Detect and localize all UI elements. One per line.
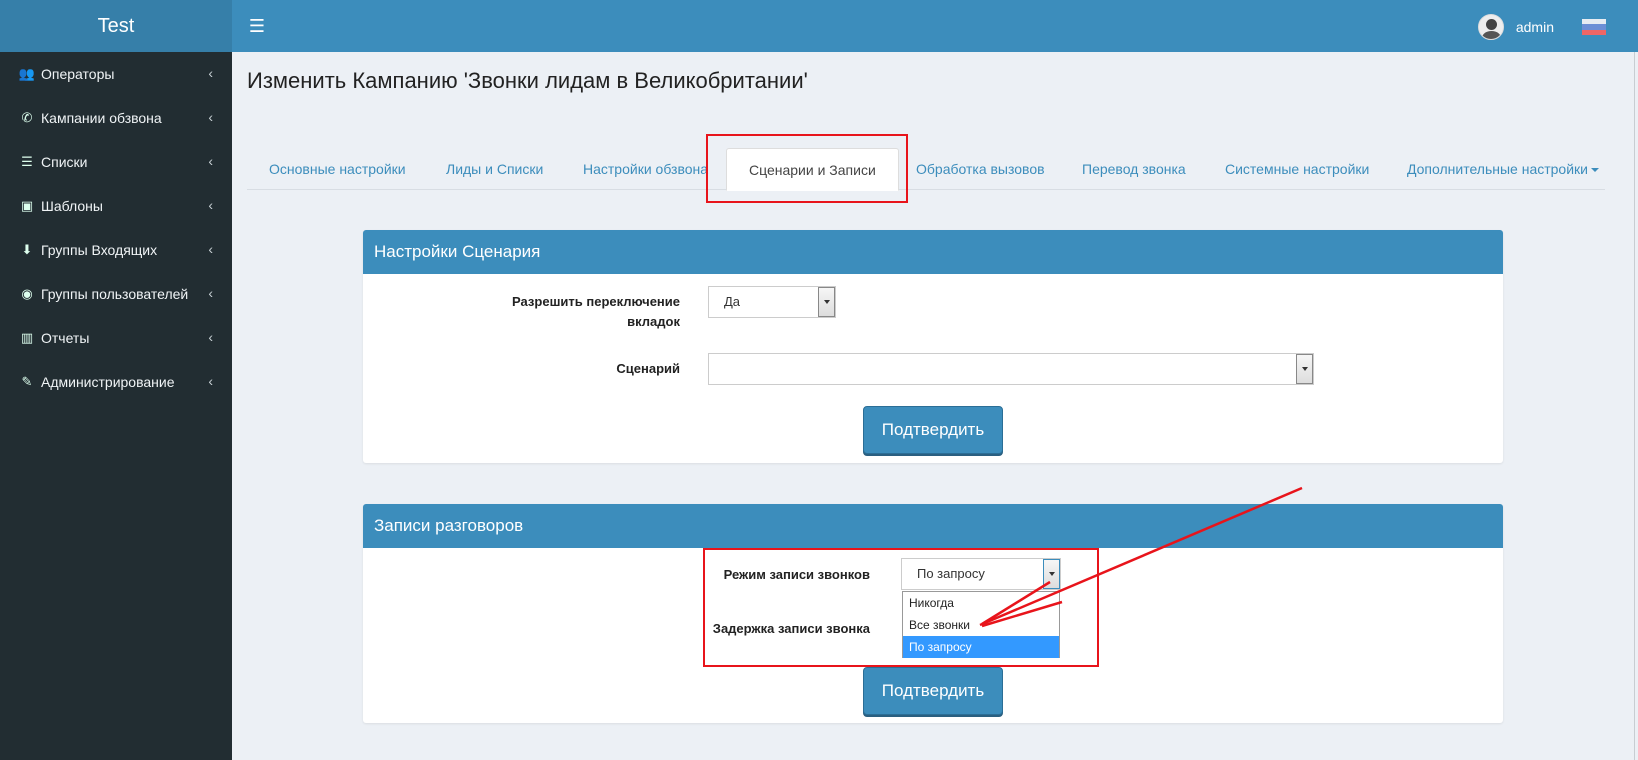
user-menu[interactable]: admin: [1477, 14, 1554, 40]
panel-title: Записи разговоров: [363, 504, 1503, 548]
tab-dialing-settings[interactable]: Настройки обзвона: [561, 148, 730, 190]
user-name: admin: [1515, 19, 1554, 35]
arrow-down-icon: ⬇: [21, 242, 33, 257]
sidebar-item-label: Шаблоны: [41, 198, 103, 214]
allow-tab-switch-label: Разрешить переключение вкладок: [480, 292, 680, 332]
recording-delay-label: Задержка записи звонка: [712, 621, 870, 636]
bar-chart-icon: ▥: [20, 330, 34, 345]
dropdown-arrow-icon[interactable]: [1043, 559, 1060, 589]
sidebar-item-label: Отчеты: [41, 330, 90, 346]
page-title: Изменить Кампанию 'Звонки лидам в Велико…: [247, 68, 808, 93]
language-flag-icon[interactable]: [1582, 19, 1606, 35]
sidebar-item-lists[interactable]: ☰ Списки ‹: [0, 140, 232, 184]
sidebar-item-label: Группы пользователей: [41, 286, 189, 302]
wrench-icon: ✎: [21, 374, 33, 389]
option-all-calls[interactable]: Все звонки: [903, 614, 1059, 636]
chevron-left-icon: ‹: [208, 197, 213, 213]
tab-call-transfer[interactable]: Перевод звонка: [1060, 148, 1208, 190]
sidebar: 👥 Операторы ‹ ✆ Кампании обзвона ‹ ☰ Спи…: [0, 52, 232, 760]
template-icon: ▣: [20, 198, 34, 213]
chevron-left-icon: ‹: [208, 153, 213, 169]
list-icon: ☰: [21, 154, 33, 169]
tab-leads-lists[interactable]: Лиды и Списки: [424, 148, 565, 190]
scenario-submit-button[interactable]: Подтвердить: [863, 406, 1003, 454]
sidebar-item-label: Списки: [41, 154, 88, 170]
sidebar-item-label: Кампании обзвона: [41, 110, 162, 126]
scenario-select[interactable]: [708, 353, 1314, 385]
sidebar-item-campaigns[interactable]: ✆ Кампании обзвона ‹: [0, 96, 232, 140]
sidebar-item-user-groups[interactable]: ◉ Группы пользователей ‹: [0, 272, 232, 316]
chevron-left-icon: ‹: [208, 65, 213, 81]
scenario-label: Сценарий: [616, 361, 680, 376]
allow-tab-switch-select[interactable]: Да: [708, 286, 836, 318]
caret-down-icon: [1590, 168, 1599, 173]
chevron-left-icon: ‹: [208, 285, 213, 301]
panel-title: Настройки Сценария: [363, 230, 1503, 274]
menu-toggle-icon[interactable]: ☰: [245, 14, 269, 38]
recording-mode-label: Режим записи звонков: [723, 567, 870, 582]
sidebar-item-reports[interactable]: ▥ Отчеты ‹: [0, 316, 232, 360]
chevron-left-icon: ‹: [208, 241, 213, 257]
option-on-demand[interactable]: По запросу: [903, 636, 1059, 658]
label-line: вкладок: [627, 314, 680, 329]
dropdown-arrow-icon[interactable]: [818, 287, 835, 317]
chevron-left-icon: ‹: [208, 329, 213, 345]
avatar: [1477, 14, 1504, 40]
sidebar-item-label: Администрирование: [41, 374, 175, 390]
tab-call-handling[interactable]: Обработка вызовов: [894, 148, 1067, 190]
sidebar-item-operators[interactable]: 👥 Операторы ‹: [0, 52, 232, 96]
user-circle-icon: ◉: [21, 286, 33, 301]
select-value: По запросу: [917, 566, 985, 581]
sidebar-item-admin[interactable]: ✎ Администрирование ‹: [0, 360, 232, 404]
chevron-left-icon: ‹: [208, 373, 213, 389]
app-logo[interactable]: Test: [0, 0, 232, 52]
option-never[interactable]: Никогда: [903, 592, 1059, 614]
tab-label: Дополнительные настройки: [1407, 161, 1588, 177]
page-edge: [1634, 52, 1635, 760]
tab-system-settings[interactable]: Системные настройки: [1203, 148, 1391, 190]
sidebar-item-label: Группы Входящих: [41, 242, 158, 258]
recording-mode-select[interactable]: По запросу: [901, 558, 1061, 590]
label-line: Разрешить переключение: [512, 294, 680, 309]
chevron-left-icon: ‹: [208, 109, 213, 125]
top-header: Test ☰ admin: [0, 0, 1638, 52]
select-value: Да: [724, 294, 741, 309]
tab-basic-settings[interactable]: Основные настройки: [247, 148, 428, 190]
recording-submit-button[interactable]: Подтвердить: [863, 667, 1003, 715]
tab-additional-settings[interactable]: Дополнительные настройки: [1385, 148, 1621, 190]
phone-icon: ✆: [21, 110, 33, 125]
dropdown-arrow-icon[interactable]: [1296, 354, 1313, 384]
tab-scenarios-records[interactable]: Сценарии и Записи: [726, 148, 899, 191]
tab-bar: Основные настройки Лиды и Списки Настрой…: [247, 148, 1605, 191]
recording-mode-options: Никогда Все звонки По запросу: [902, 591, 1060, 658]
sidebar-item-inbound-groups[interactable]: ⬇ Группы Входящих ‹: [0, 228, 232, 272]
sidebar-item-label: Операторы: [41, 66, 115, 82]
users-icon: 👥: [18, 66, 36, 81]
sidebar-item-templates[interactable]: ▣ Шаблоны ‹: [0, 184, 232, 228]
